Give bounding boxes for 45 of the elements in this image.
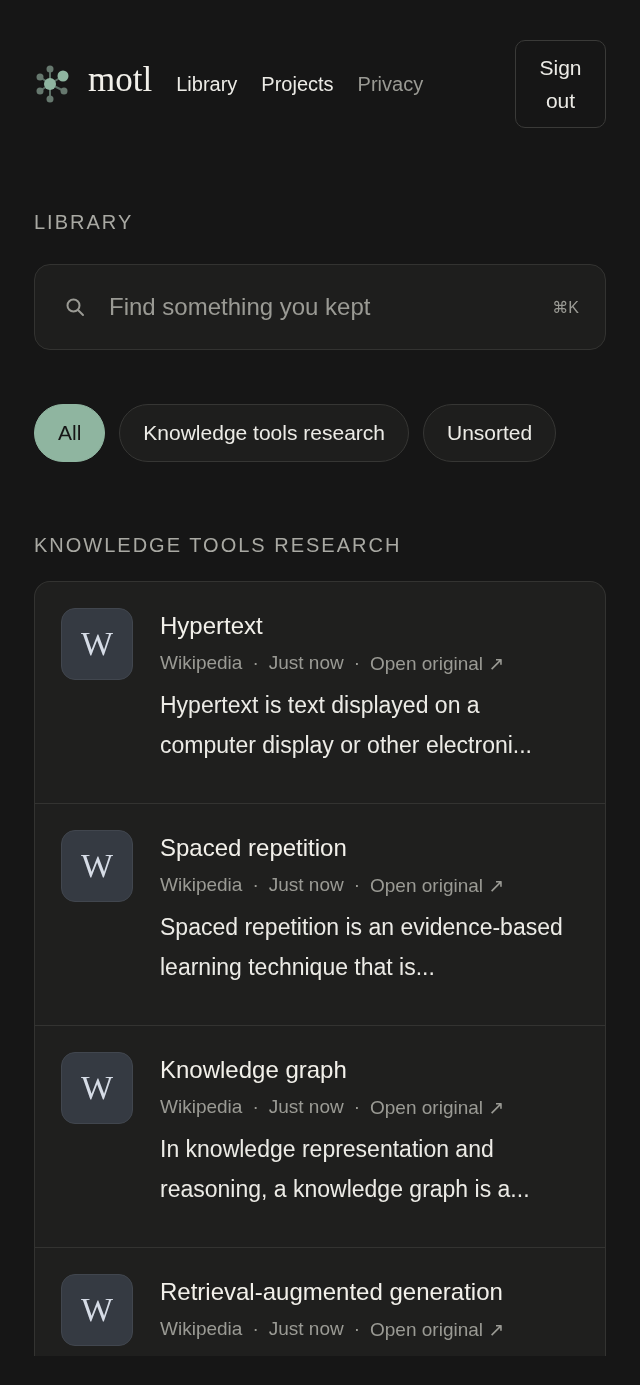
filter-chip[interactable]: Unsorted: [423, 404, 557, 462]
open-original-link[interactable]: Open original ↗: [370, 652, 505, 675]
open-original-link[interactable]: Open original ↗: [370, 1096, 505, 1119]
saved-time: Just now: [268, 874, 344, 897]
saved-time: Just now: [268, 1096, 344, 1119]
separator-dot: ·: [352, 1096, 361, 1119]
item-title[interactable]: Hypertext: [160, 612, 579, 640]
source-icon: W: [61, 1274, 133, 1346]
separator-dot: ·: [352, 1318, 361, 1341]
item-description: Hypertext is text displayed on a computer display or other electroni...: [160, 691, 533, 760]
shortcut-hint: ⌘K: [552, 297, 579, 317]
item-description: In knowledge representation and reasoning, a knowledge graph is a...: [160, 1135, 531, 1204]
item-title[interactable]: Retrieval-augmented generation: [160, 1278, 579, 1306]
search-field[interactable]: Find something you kept: [107, 292, 553, 322]
sign-out-button[interactable]: Sign out: [515, 40, 606, 128]
source-icon: W: [61, 830, 133, 902]
nav-link[interactable]: Library: [176, 72, 238, 96]
nav-link[interactable]: Privacy: [357, 72, 424, 96]
separator-dot: ·: [251, 652, 260, 675]
nav-link[interactable]: Projects: [261, 72, 334, 96]
source-name: Wikipedia: [160, 1096, 243, 1119]
logo-text: motl: [88, 61, 153, 97]
source-icon: W: [61, 1052, 133, 1124]
separator-dot: ·: [251, 874, 260, 897]
page-heading: LIBRARY: [34, 211, 135, 234]
item-description: Spaced repetition is an evidence-based learning technique that is...: [160, 913, 564, 982]
separator-dot: ·: [352, 874, 361, 897]
open-original-link[interactable]: Open original ↗: [370, 1318, 505, 1341]
saved-time: Just now: [268, 652, 344, 675]
item-title[interactable]: Spaced repetition: [160, 834, 579, 862]
source-name: Wikipedia: [160, 874, 243, 897]
filter-chip[interactable]: Knowledge tools research: [119, 404, 409, 462]
open-original-link[interactable]: Open original ↗: [370, 874, 505, 897]
source-name: Wikipedia: [160, 652, 243, 675]
source-icon: W: [61, 608, 133, 680]
search-icon: [65, 297, 85, 317]
filter-chip[interactable]: All: [34, 404, 106, 462]
separator-dot: ·: [352, 652, 361, 675]
separator-dot: ·: [251, 1096, 260, 1119]
saved-time: Just now: [268, 1318, 344, 1341]
search-bar[interactable]: Find something you kept ⌘K: [34, 264, 606, 350]
item-title[interactable]: Knowledge graph: [160, 1056, 579, 1084]
source-name: Wikipedia: [160, 1318, 243, 1341]
separator-dot: ·: [251, 1318, 260, 1341]
section-heading: KNOWLEDGE TOOLS RESEARCH: [34, 534, 403, 557]
